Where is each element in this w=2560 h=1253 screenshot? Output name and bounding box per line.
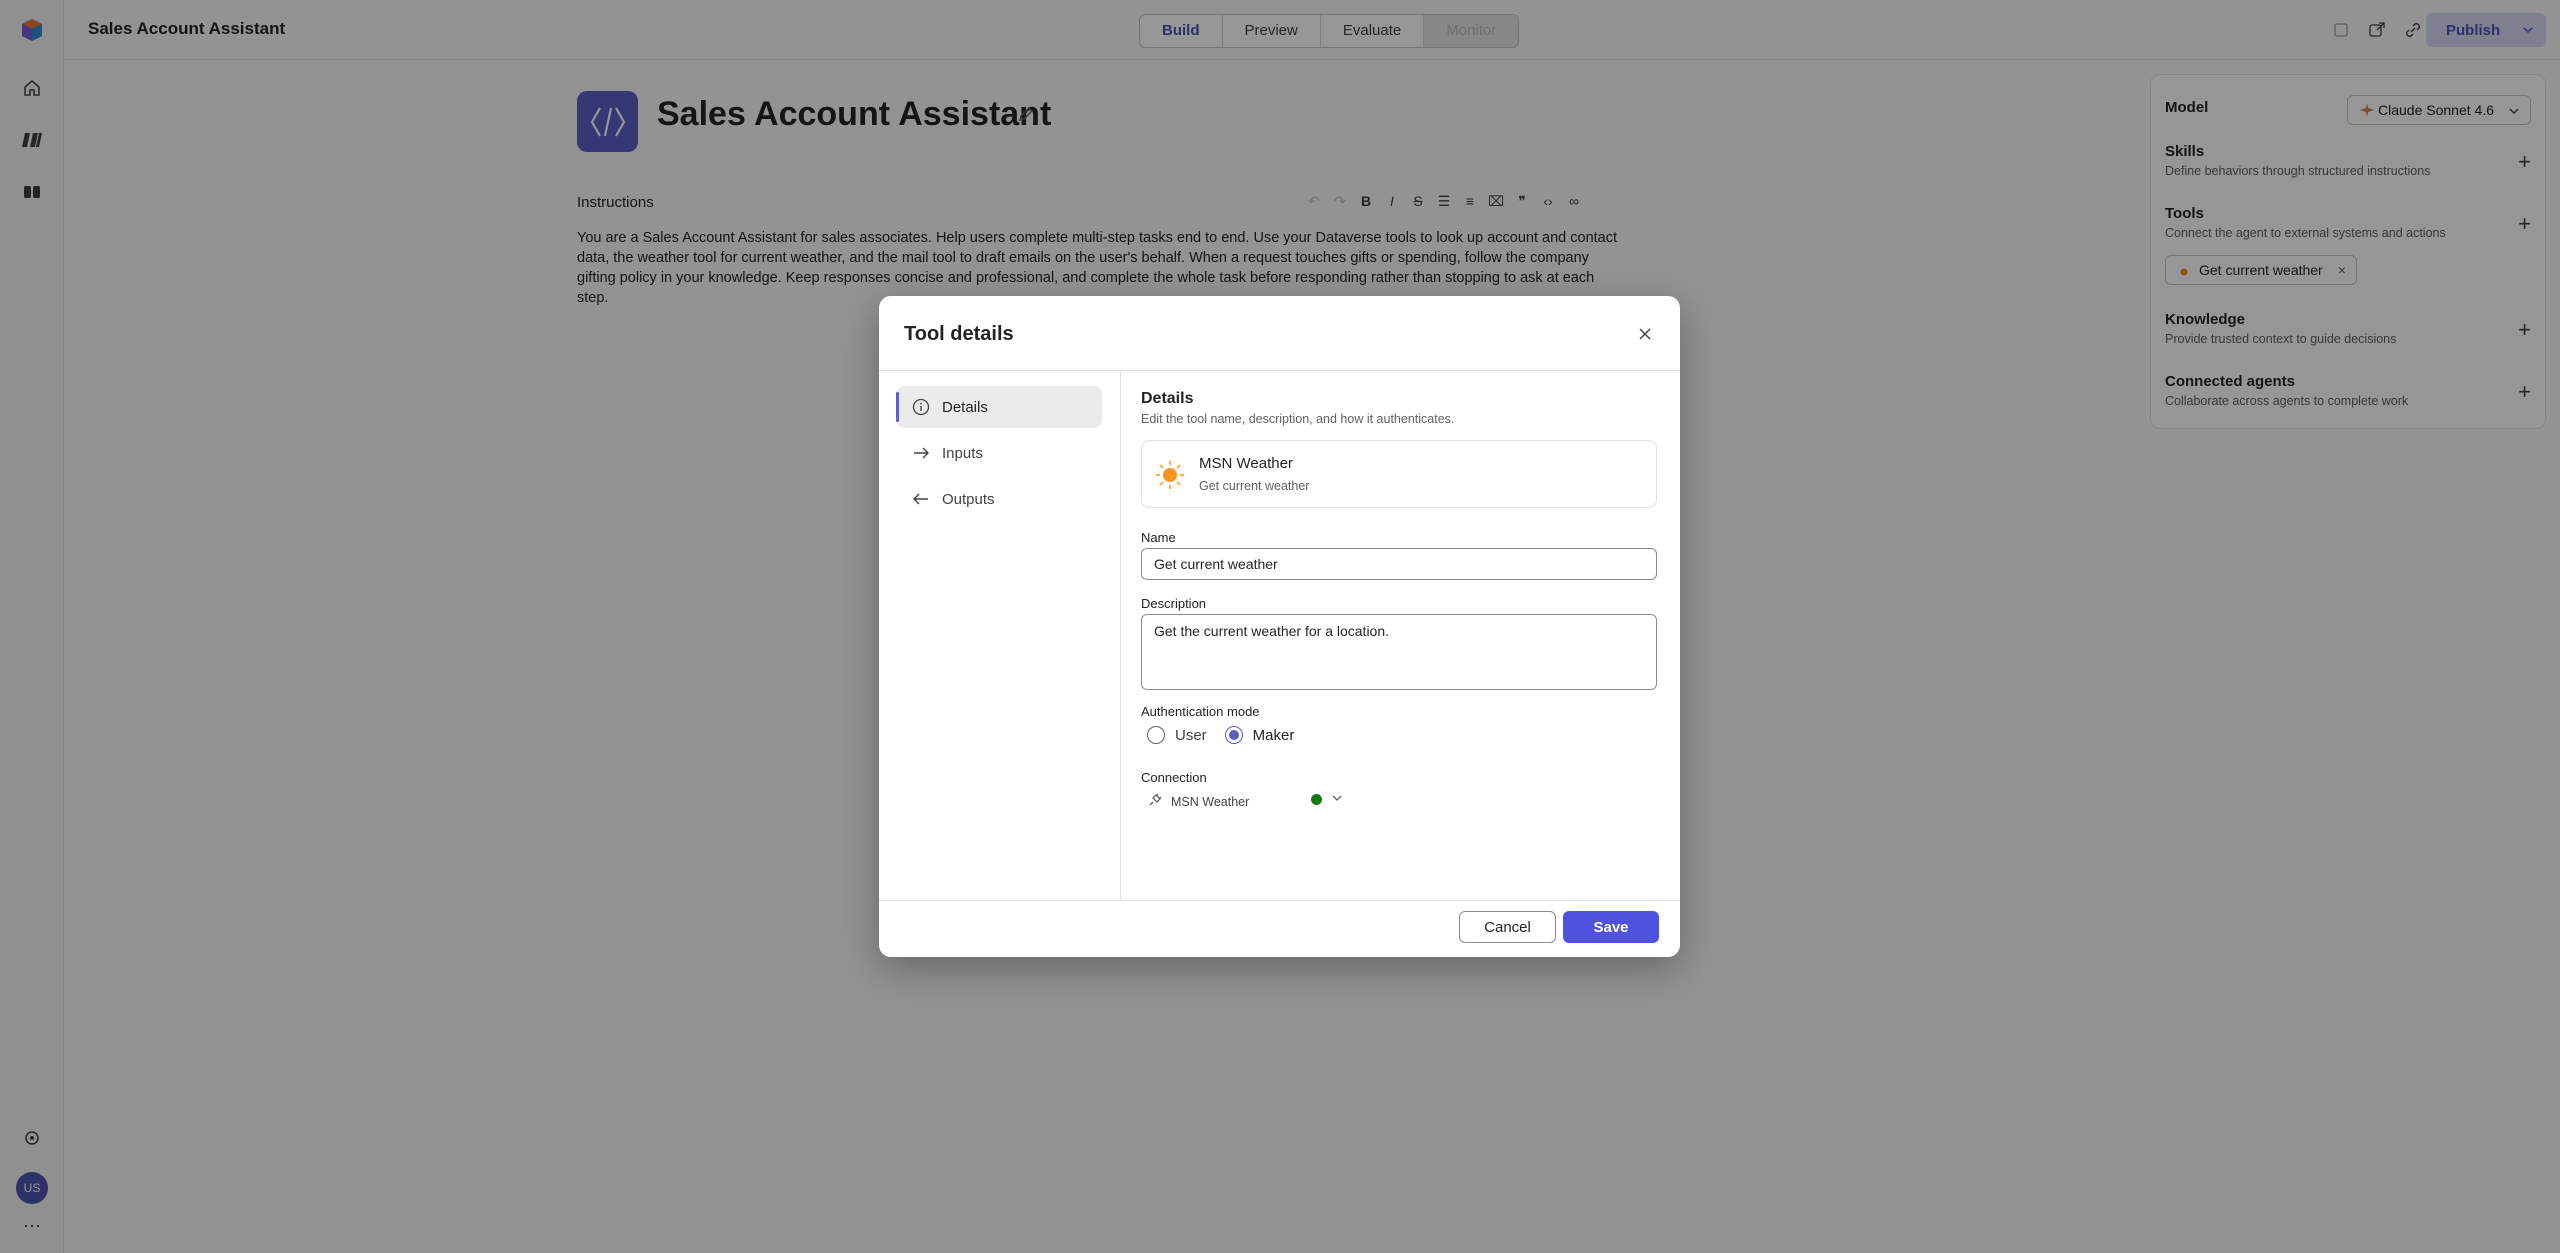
chevron-down-icon: [1331, 792, 1343, 807]
name-field[interactable]: [1141, 548, 1657, 580]
section-title: Details: [1141, 390, 1194, 407]
details-content: Details Edit the tool name, description,…: [1141, 390, 1657, 809]
connection-label: Connection: [1141, 770, 1207, 785]
connector-name: MSN Weather: [1199, 455, 1293, 472]
section-subtitle: Edit the tool name, description, and how…: [1141, 412, 1455, 426]
connected-status-icon: [1311, 794, 1322, 805]
nav-outputs-label: Outputs: [942, 490, 995, 508]
authentication-mode-label: Authentication mode: [1141, 704, 1260, 719]
arrow-left-icon: [912, 490, 930, 508]
radio-user-label[interactable]: User: [1175, 727, 1207, 744]
nav-inputs-label: Inputs: [942, 444, 983, 462]
connection-select[interactable]: MSN Weather: [1147, 792, 1347, 811]
nav-details-label: Details: [942, 398, 988, 416]
radio-user[interactable]: [1147, 726, 1165, 744]
radio-maker-label[interactable]: Maker: [1253, 727, 1295, 744]
authentication-mode-group: User Maker: [1147, 726, 1294, 744]
sun-icon: [1154, 459, 1186, 496]
radio-maker[interactable]: [1224, 726, 1243, 744]
divider: [879, 370, 1680, 371]
description-field[interactable]: Get the current weather for a location.: [1141, 614, 1657, 690]
divider: [879, 900, 1680, 901]
description-label: Description: [1141, 596, 1207, 611]
nav-details[interactable]: Details: [896, 386, 1102, 428]
dialog-title: Tool details: [904, 323, 1014, 345]
connector-card: MSN Weather Get current weather: [1141, 440, 1657, 508]
connector-action: Get current weather: [1199, 479, 1310, 493]
divider: [1120, 370, 1121, 901]
info-icon: [912, 398, 930, 416]
nav-inputs[interactable]: Inputs: [896, 432, 1102, 474]
cancel-button[interactable]: Cancel: [1459, 911, 1556, 943]
close-icon[interactable]: [1635, 324, 1655, 344]
arrow-right-icon: [912, 444, 930, 462]
name-label: Name: [1141, 530, 1176, 545]
connection-value: MSN Weather: [1171, 794, 1250, 809]
nav-outputs[interactable]: Outputs: [896, 478, 1102, 520]
save-button[interactable]: Save: [1563, 911, 1659, 943]
plug-icon: [1147, 792, 1163, 811]
tool-details-dialog: Tool details Details Inputs Outputs Deta…: [879, 296, 1680, 957]
